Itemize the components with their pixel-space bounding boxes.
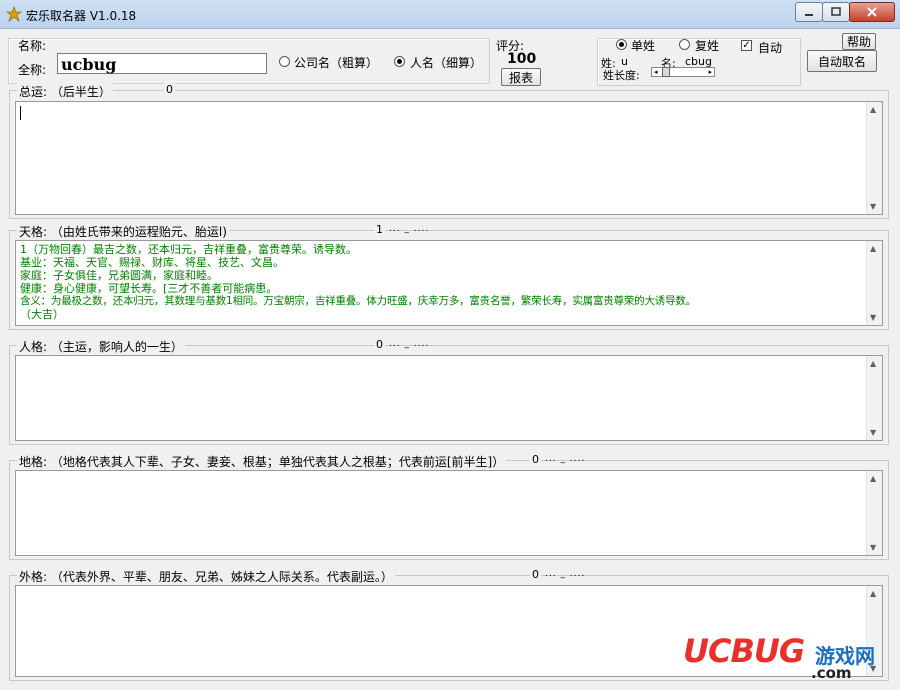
content-line: 家庭：子女俱佳，兄弟圆满，家庭和睦。	[20, 269, 218, 282]
tiange-content: 1（万物回春）最吉之数，还本归元，吉祥重叠，富贵尊荣。诱导数。 基业：天福、天官…	[20, 243, 864, 321]
renge-textarea[interactable]: ▲ ▼	[15, 355, 883, 441]
scroll-up-icon[interactable]: ▲	[870, 105, 876, 114]
watermark-brand: UCBUG	[683, 632, 805, 670]
person-radio[interactable]	[394, 56, 405, 67]
section-count: 0	[164, 83, 175, 96]
scroll-down-icon[interactable]: ▼	[870, 428, 876, 437]
section-dige: 地格: （地格代表其人下辈、子女、妻妾、根基；单独代表其人之根基；代表前运[前半…	[9, 453, 889, 560]
section-title: 人格: （主运，影响人的一生）	[17, 338, 185, 355]
watermark-domain: .com	[811, 664, 852, 682]
report-button[interactable]: 报表	[501, 68, 541, 86]
scroll-down-icon[interactable]: ▼	[870, 202, 876, 211]
maximize-icon	[831, 7, 841, 16]
help-button[interactable]: 帮助	[842, 33, 876, 50]
section-count: 0	[530, 453, 541, 466]
section-renge: 人格: （主运，影响人的一生） 0 ... _ .... ▲ ▼	[9, 338, 889, 445]
person-option-label[interactable]: 人名（细算）	[410, 54, 482, 71]
surname-length-label: 姓长度:	[603, 69, 640, 82]
app-logo-icon	[6, 6, 22, 22]
section-dots: ... _ ....	[389, 339, 430, 349]
scroll-up-icon[interactable]: ▲	[870, 244, 876, 253]
section-title: 总运: （后半生）	[17, 83, 113, 100]
surname-length-slider[interactable]: ◂ ▸	[651, 67, 715, 77]
company-radio[interactable]	[279, 56, 290, 67]
scrollbar[interactable]: ▲ ▼	[866, 102, 882, 214]
title-bar[interactable]: 宏乐取名器 V1.0.18	[0, 0, 900, 29]
section-zongyun: 总运: （后半生） 0 ▲ ▼	[9, 83, 889, 219]
single-surname-radio[interactable]	[616, 39, 627, 50]
slider-thumb[interactable]	[662, 67, 670, 77]
scroll-up-icon[interactable]: ▲	[870, 359, 876, 368]
section-dots: ... _ ....	[545, 569, 586, 579]
double-surname-radio[interactable]	[679, 39, 690, 50]
checkmark-icon: ✓	[742, 40, 751, 51]
section-title: 天格: （由姓氏带来的运程贻元、胎运l)	[17, 223, 229, 240]
section-title: 地格: （地格代表其人下辈、子女、妻妾、根基；单独代表其人之根基；代表前运[前半…	[17, 453, 507, 470]
scroll-up-icon[interactable]: ▲	[870, 589, 876, 598]
content-line: 基业：天福、天官、赐禄、财库、将星、技艺、文昌。	[20, 256, 284, 269]
dige-textarea[interactable]: ▲ ▼	[15, 470, 883, 556]
text-caret	[20, 106, 21, 120]
slider-right-icon: ▸	[708, 68, 712, 76]
scroll-down-icon[interactable]: ▼	[870, 313, 876, 322]
zongyun-textarea[interactable]: ▲ ▼	[15, 101, 883, 215]
scroll-up-icon[interactable]: ▲	[870, 474, 876, 483]
section-count: 1	[374, 223, 385, 236]
section-tiange: 天格: （由姓氏带来的运程贻元、胎运l) 1 ... _ .... 1（万物回春…	[9, 223, 889, 330]
slider-left-icon: ◂	[654, 68, 658, 76]
scrollbar[interactable]: ▲ ▼	[866, 471, 882, 555]
window-title: 宏乐取名器 V1.0.18	[26, 9, 137, 23]
auto-checkbox[interactable]: ✓	[741, 40, 752, 51]
auto-name-button[interactable]: 自动取名	[807, 50, 877, 72]
content-line: 含义：为最极之数，还本归元，其数理与基数1相同。万宝朝宗，吉祥重叠。体力旺盛，庆…	[20, 295, 696, 307]
fullname-label: 全称:	[18, 63, 47, 77]
minimize-button[interactable]	[795, 2, 823, 22]
section-dots: ... _ ....	[389, 224, 430, 234]
double-surname-label[interactable]: 复姓	[695, 37, 719, 54]
fullname-input[interactable]: ucbug	[57, 53, 267, 74]
close-icon	[867, 7, 877, 17]
tiange-textarea[interactable]: 1（万物回春）最吉之数，还本归元，吉祥重叠，富贵尊荣。诱导数。 基业：天福、天官…	[15, 240, 883, 326]
section-title: 外格: （代表外界、平辈、朋友、兄弟、姊妹之人际关系。代表副运。）	[17, 568, 395, 585]
section-dots: ... _ ....	[545, 454, 586, 464]
section-count: 0	[374, 338, 385, 351]
watermark-logo: UCBUG 游戏网 .com	[683, 632, 883, 684]
scrollbar[interactable]: ▲ ▼	[866, 241, 882, 325]
content-line: （大吉）	[20, 308, 64, 321]
auto-label[interactable]: 自动	[758, 39, 782, 56]
close-button[interactable]	[849, 2, 895, 22]
company-option-label[interactable]: 公司名（粗算）	[294, 54, 378, 71]
name-label: 名称:	[18, 39, 47, 53]
score-value: 100	[507, 51, 537, 67]
content-line: 1（万物回春）最吉之数，还本归元，吉祥重叠，富贵尊荣。诱导数。	[20, 243, 357, 256]
content-line: 健康：身心健康，可望长寿。[三才不善者可能病患。	[20, 282, 278, 295]
single-surname-label[interactable]: 单姓	[631, 37, 655, 54]
section-count: 0	[530, 568, 541, 581]
maximize-button[interactable]	[822, 2, 850, 22]
scrollbar[interactable]: ▲ ▼	[866, 356, 882, 440]
minimize-icon	[805, 14, 813, 16]
scroll-down-icon[interactable]: ▼	[870, 543, 876, 552]
